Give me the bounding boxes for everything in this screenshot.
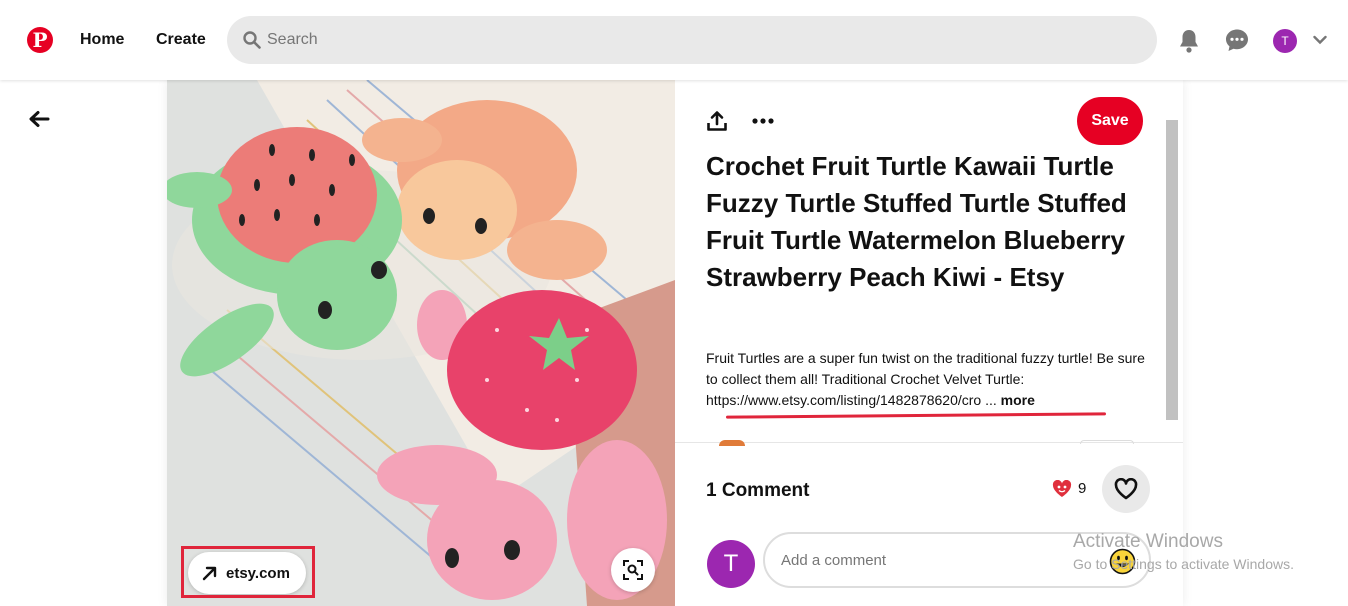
back-arrow-icon[interactable]	[28, 108, 50, 130]
notifications-bell-icon[interactable]	[1177, 28, 1201, 54]
reaction-summary[interactable]: 9	[1052, 479, 1086, 502]
messages-icon[interactable]	[1225, 28, 1249, 52]
save-button[interactable]: Save	[1077, 97, 1143, 145]
comment-input[interactable]	[781, 534, 1081, 586]
search-icon	[243, 31, 261, 49]
pin-details-panel: Save Crochet Fruit Turtle Kawaii Turtle …	[675, 80, 1183, 606]
pin-image[interactable]: etsy.com	[167, 80, 675, 606]
creator-avatar-peek	[719, 440, 745, 446]
heart-icon	[1114, 478, 1138, 500]
pinterest-logo[interactable]: P	[27, 27, 53, 53]
comments-heading[interactable]: 1 Comment	[706, 480, 809, 502]
lens-search-icon	[623, 560, 643, 580]
crochet-turtles-photo	[167, 80, 675, 606]
description-link[interactable]: https://www.etsy.com/listing/1482878620/…	[706, 392, 981, 408]
user-avatar[interactable]: T	[1273, 29, 1297, 53]
description-text: Fruit Turtles are a super fun twist on t…	[706, 350, 1145, 387]
more-options-icon[interactable]	[752, 118, 774, 124]
activate-windows-subtitle: Go to Settings to activate Windows.	[1073, 556, 1294, 572]
more-link[interactable]: more	[1001, 392, 1035, 408]
share-icon[interactable]	[706, 110, 728, 132]
react-button[interactable]	[1102, 465, 1150, 513]
top-nav-bar: P Home Create T	[0, 0, 1348, 80]
heart-eyes-emoji-icon	[1052, 479, 1072, 497]
commenter-avatar[interactable]: T	[707, 540, 755, 588]
search-bar[interactable]	[227, 16, 1157, 64]
chevron-down-icon[interactable]	[1313, 35, 1327, 45]
description-ellipsis: ...	[981, 392, 997, 408]
search-input[interactable]	[267, 16, 1127, 64]
nav-home[interactable]: Home	[80, 31, 124, 49]
activate-windows-title: Activate Windows	[1073, 531, 1223, 552]
nav-create[interactable]: Create	[156, 31, 206, 49]
reaction-count: 9	[1078, 480, 1087, 497]
annotation-box	[181, 546, 315, 598]
pin-title: Crochet Fruit Turtle Kawaii Turtle Fuzzy…	[706, 151, 1127, 292]
pin-closeup-card: etsy.com Save Crochet Fruit Turtle Kawai…	[167, 80, 1183, 606]
follow-button-peek	[1080, 440, 1134, 444]
visual-search-button[interactable]	[611, 548, 655, 592]
details-scrollbar[interactable]	[1166, 120, 1178, 420]
annotation-underline	[725, 412, 1107, 419]
pin-description: Fruit Turtles are a super fun twist on t…	[706, 348, 1146, 411]
